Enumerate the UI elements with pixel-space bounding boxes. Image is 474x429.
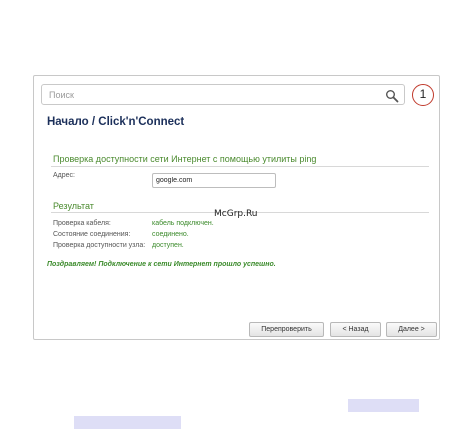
- decorative-block: [74, 416, 181, 429]
- host-check-label: Проверка доступности узла:: [53, 242, 146, 249]
- click-n-connect-panel: 1 Начало / Click'n'Connect Проверка дост…: [33, 75, 440, 340]
- recheck-button[interactable]: Перепроверить: [249, 322, 324, 337]
- success-message: Поздравляем! Подключение к сети Интернет…: [47, 261, 276, 268]
- cable-check-value: кабель подключен.: [152, 220, 214, 227]
- host-check-value: доступен.: [152, 242, 184, 249]
- connection-state-label: Состояние соединения:: [53, 231, 131, 238]
- breadcrumb-current: Click'n'Connect: [98, 116, 185, 128]
- breadcrumb-home[interactable]: Начало /: [47, 116, 95, 128]
- next-button[interactable]: Далее >: [386, 322, 437, 337]
- back-button[interactable]: < Назад: [330, 322, 381, 337]
- breadcrumb: Начало / Click'n'Connect: [47, 116, 184, 128]
- search-input[interactable]: [41, 84, 405, 105]
- result-section-title: Результат: [53, 201, 94, 211]
- connection-state-value: соединено.: [152, 231, 189, 238]
- section-divider: [51, 166, 429, 167]
- address-field[interactable]: [152, 173, 276, 188]
- cable-check-label: Проверка кабеля:: [53, 220, 111, 227]
- address-label: Адрес:: [53, 172, 75, 179]
- watermark: McGrp.Ru: [214, 209, 258, 219]
- search-icon[interactable]: [385, 89, 399, 103]
- ping-section-title: Проверка доступности сети Интернет с пом…: [53, 154, 317, 164]
- decorative-block: [348, 399, 419, 412]
- callout-marker: 1: [412, 84, 434, 106]
